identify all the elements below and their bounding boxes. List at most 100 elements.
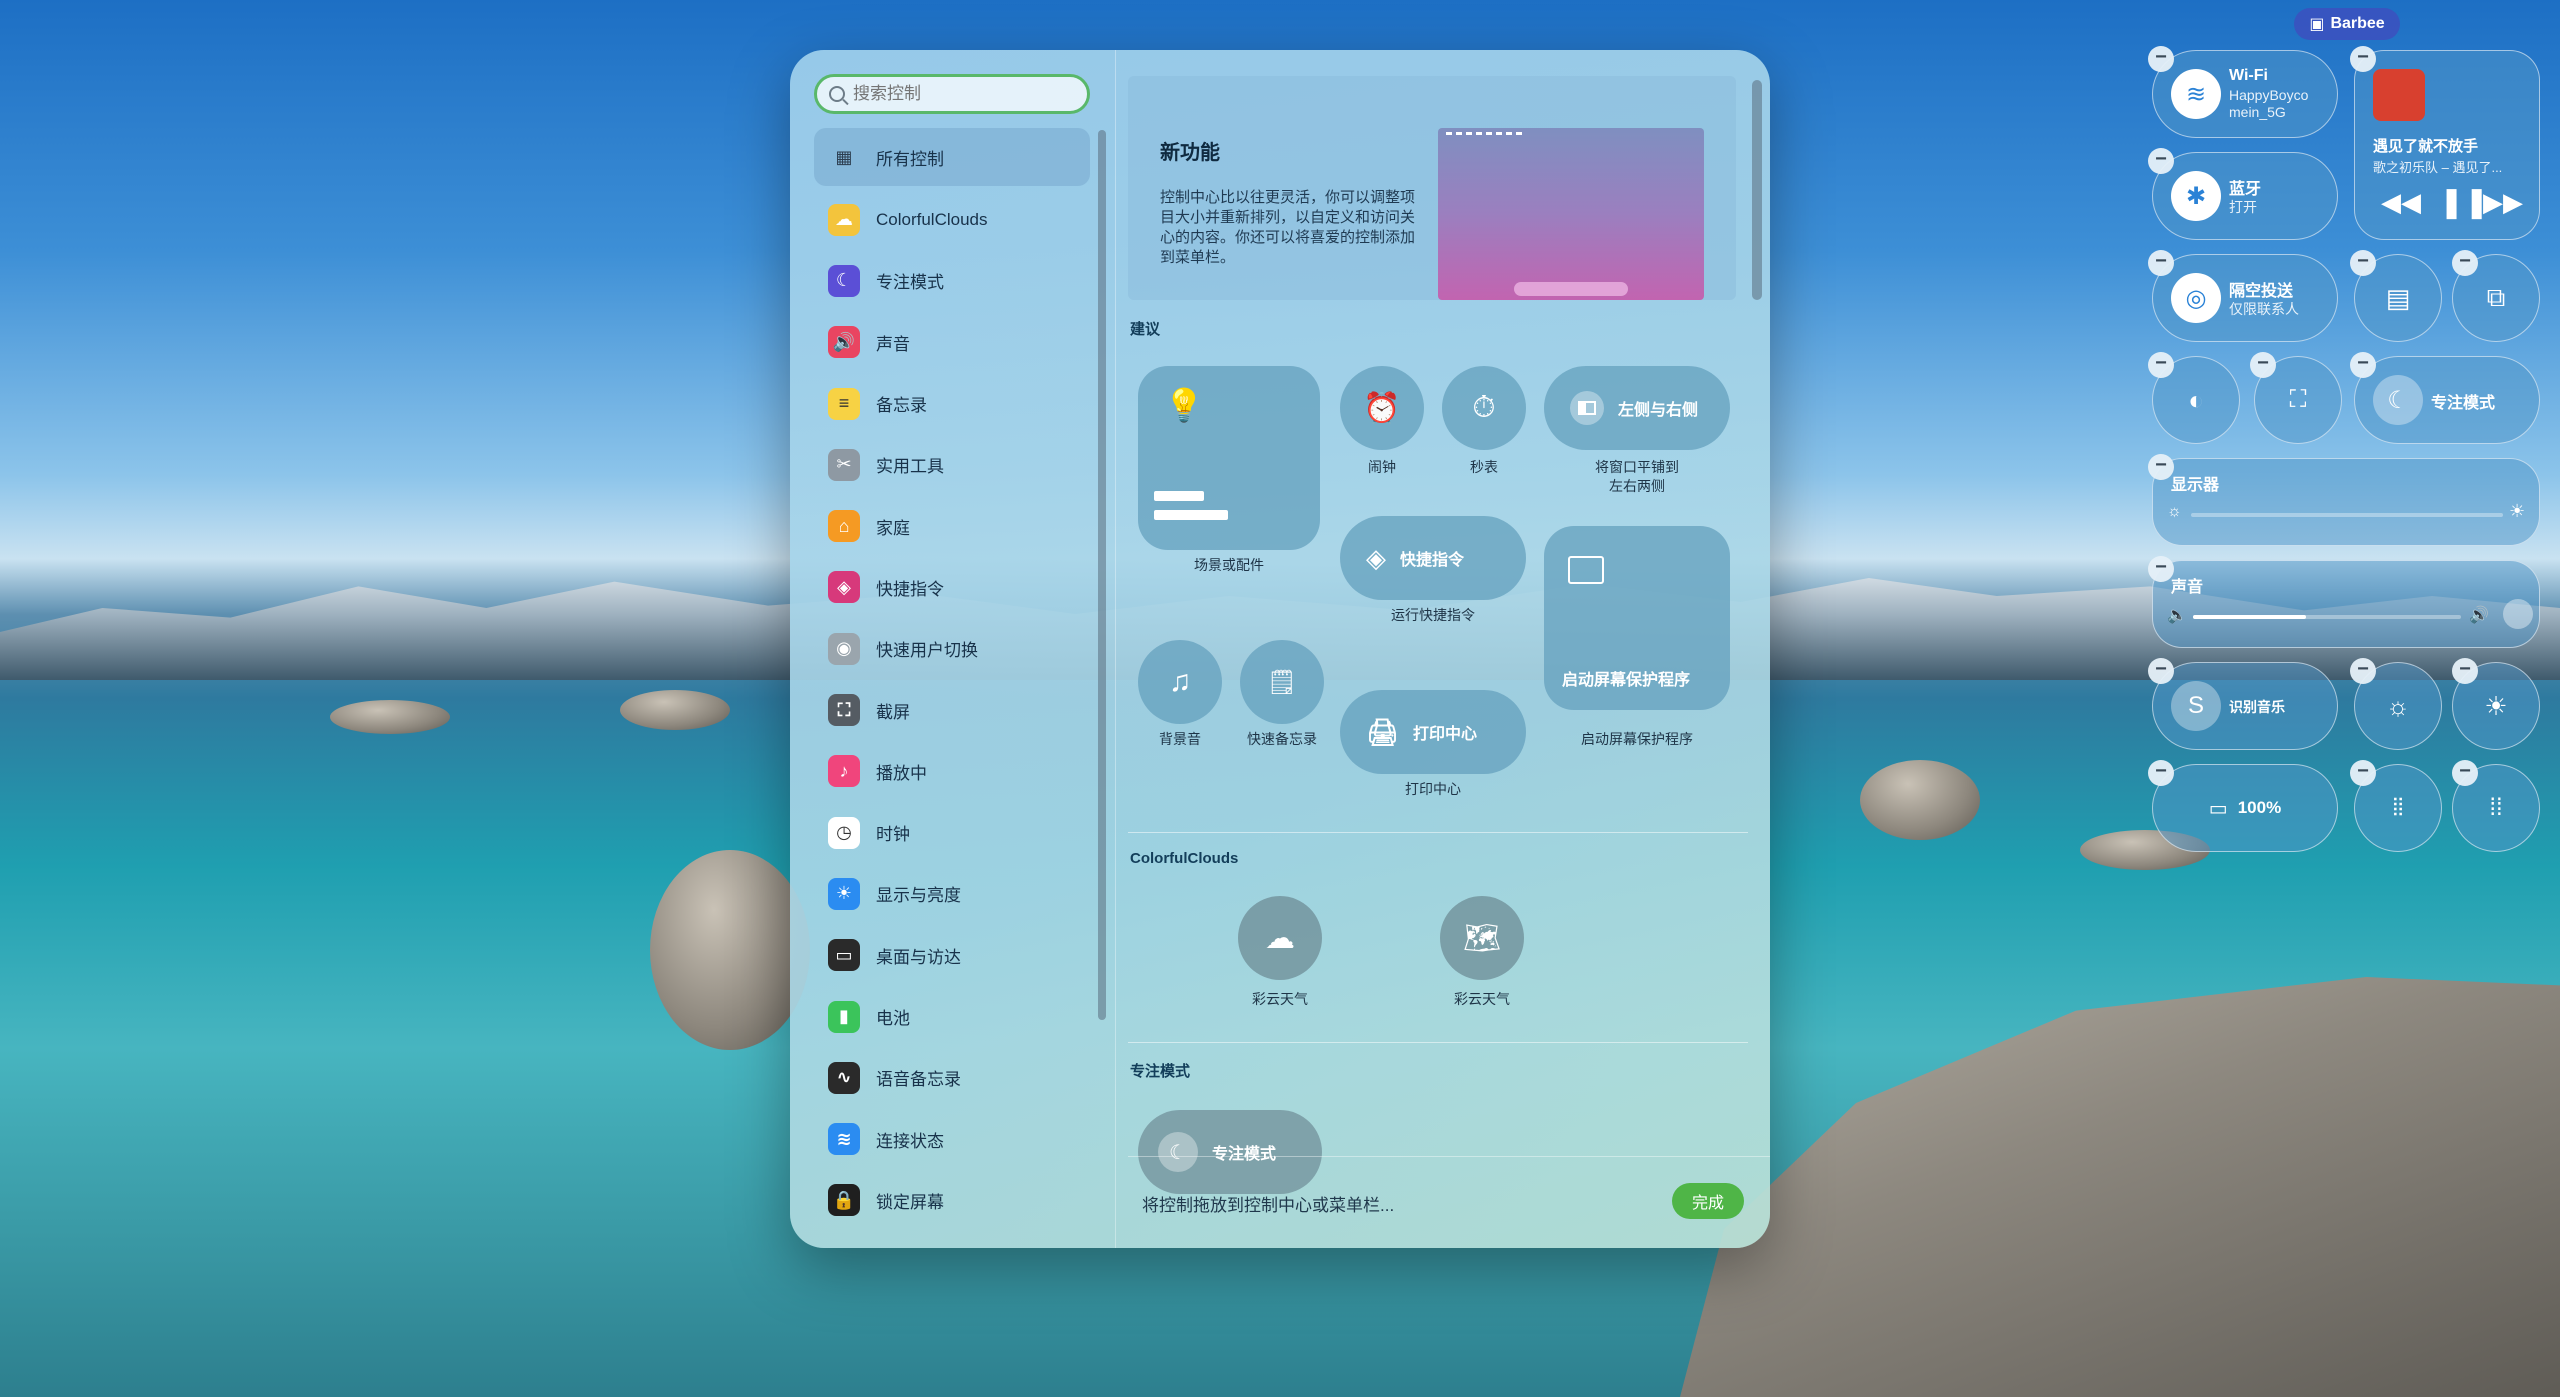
display-control[interactable]: 显示器 ☼ ☀ — [2152, 458, 2540, 546]
desktop-icon: ▭ — [828, 939, 860, 972]
rewind-icon[interactable]: ◀◀ — [2381, 187, 2421, 218]
stage-manager-icon: ▤ — [2385, 282, 2411, 313]
remove-screenshot-button[interactable]: − — [2250, 352, 2276, 378]
fast-forward-icon[interactable]: ▶▶ — [2483, 187, 2523, 218]
wifi-control[interactable]: ≋ Wi-Fi HappyBoyco mein_5G — [2152, 50, 2338, 138]
remove-keyboard-brightness-button[interactable]: − — [2452, 760, 2478, 786]
sidebar-item-label: 桌面与访达 — [876, 947, 961, 967]
screenshot-icon: ⛶ — [2289, 386, 2307, 413]
print-center-button[interactable]: 🖨 打印中心 — [1340, 690, 1526, 774]
volume-high-icon: 🔊 — [2469, 607, 2489, 624]
remove-bluetooth-button[interactable]: − — [2148, 148, 2174, 174]
pause-icon[interactable]: ❚❚ — [2439, 185, 2489, 220]
sidebar-item-label: 快速用户切换 — [876, 641, 978, 661]
weather-map-button[interactable]: 🗺 — [1440, 896, 1524, 980]
quick-note-caption: 快速备忘录 — [1247, 731, 1317, 747]
tile-left-right-caption: 将窗口平铺到 左右两侧 — [1595, 459, 1679, 494]
search-field[interactable] — [814, 74, 1090, 114]
remove-stage-manager-button[interactable]: − — [2350, 250, 2376, 276]
sidebar-item[interactable]: ◉ 快速用户切换 — [814, 618, 1090, 679]
weather-button[interactable]: ☁ — [1238, 896, 1322, 980]
wifi-network: HappyBoyco mein_5G — [2229, 87, 2309, 120]
waveform-icon: ⦙⦙ — [2392, 794, 2404, 821]
sidebar-item[interactable]: ☾ 专注模式 — [814, 250, 1090, 311]
remove-brightness-up-button[interactable]: − — [2452, 658, 2478, 684]
quick-note-button[interactable]: 🗒 — [1240, 640, 1324, 724]
remove-sound-button[interactable]: − — [2148, 556, 2174, 582]
search-input[interactable] — [853, 84, 1073, 104]
album-art — [2373, 69, 2425, 121]
sidebar-item[interactable]: ⌂ 家庭 — [814, 495, 1090, 556]
bluetooth-control[interactable]: ✱ 蓝牙 打开 — [2152, 152, 2338, 240]
sidebar-item[interactable]: ☁ ColorfulClouds — [814, 189, 1090, 250]
cloud-icon: ☁ — [828, 203, 860, 236]
done-button[interactable]: 完成 — [1672, 1183, 1744, 1219]
sidebar-scrollbar[interactable] — [1098, 130, 1106, 1020]
brightness-down-icon: ☼ — [2386, 690, 2410, 721]
remove-battery-button[interactable]: − — [2148, 760, 2174, 786]
sidebar-item[interactable]: ☀ 显示与亮度 — [814, 863, 1090, 924]
screensaver-label: 启动屏幕保护程序 — [1562, 672, 1691, 689]
remove-music-recognition-button[interactable]: − — [2148, 658, 2174, 684]
brightness-high-icon: ☀ — [2509, 501, 2526, 521]
sidebar-item-label: 播放中 — [876, 763, 927, 783]
sidebar-item-label: 显示与亮度 — [876, 886, 961, 906]
remove-now-playing-button[interactable]: − — [2350, 46, 2376, 72]
sidebar-item-label: 电池 — [876, 1009, 910, 1028]
sidebar-item-label: 时钟 — [876, 825, 910, 845]
sidebar-item[interactable]: ∿ 语音备忘录 — [814, 1047, 1090, 1108]
volume-level — [2193, 615, 2306, 619]
weather-caption: 彩云天气 — [1252, 991, 1308, 1007]
print-center-label: 打印中心 — [1413, 726, 1478, 743]
sidebar-item[interactable]: ◷ 时钟 — [814, 802, 1090, 863]
remove-screen-mirroring-button[interactable]: − — [2452, 250, 2478, 276]
controls-gallery: 新功能 控制中心比以往更灵活，你可以调整项目大小并重新排列，以自定义和访问关心的… — [1128, 50, 1770, 1248]
scene-accessory-tile[interactable]: 💡 — [1138, 366, 1320, 550]
shortcuts-icon: ◈ — [828, 571, 860, 604]
printer-icon: 🖨 — [1366, 716, 1400, 747]
tile-left-right-button[interactable]: 左侧与右侧 — [1544, 366, 1730, 450]
sidebar-item[interactable]: 🔊 声音 — [814, 312, 1090, 373]
sidebar-item[interactable]: ✂ 实用工具 — [814, 434, 1090, 495]
divider — [1128, 1042, 1748, 1043]
screensaver-tile[interactable]: 启动屏幕保护程序 — [1544, 526, 1730, 710]
sidebar-item[interactable]: ≋ 连接状态 — [814, 1108, 1090, 1169]
now-playing-icon: ♪ — [828, 755, 860, 788]
remove-focus-button[interactable]: − — [2350, 352, 2376, 378]
sidebar-item[interactable]: ♪ 播放中 — [814, 741, 1090, 802]
music-recognition-control[interactable]: S 识别音乐 — [2152, 662, 2338, 750]
sidebar-item[interactable]: ⛶ 截屏 — [814, 679, 1090, 740]
background-sound-button[interactable]: ♫ — [1138, 640, 1222, 724]
sidebar-item-label: ColorfulClouds — [876, 209, 988, 229]
remove-dark-mode-button[interactable]: − — [2148, 352, 2174, 378]
sidebar-item[interactable]: ▭ 桌面与访达 — [814, 925, 1090, 986]
alarm-button[interactable]: ⏰ — [1340, 366, 1424, 450]
focus-control[interactable]: ☾ 专注模式 — [2354, 356, 2540, 444]
brightness-slider[interactable] — [2191, 513, 2503, 517]
moon-icon: ☾ — [2373, 375, 2423, 425]
stopwatch-caption: 秒表 — [1470, 459, 1498, 475]
remove-wifi-button[interactable]: − — [2148, 46, 2174, 72]
battery-control[interactable]: ▭ 100% — [2152, 764, 2338, 852]
sidebar-item[interactable]: ▮ 电池 — [814, 986, 1090, 1047]
remove-airdrop-button[interactable]: − — [2148, 250, 2174, 276]
remove-voice-button[interactable]: − — [2350, 760, 2376, 786]
sidebar-item[interactable]: ▦ 所有控制 — [814, 128, 1090, 186]
remove-brightness-down-button[interactable]: − — [2350, 658, 2376, 684]
sound-control[interactable]: 声音 🔈 🔊 — [2152, 560, 2540, 648]
sidebar-item[interactable]: ◈ 快捷指令 — [814, 557, 1090, 618]
shortcuts-button[interactable]: ◈ 快捷指令 — [1340, 516, 1526, 600]
bluetooth-title: 蓝牙 — [2229, 181, 2262, 198]
stopwatch-button[interactable]: ⏱ — [1442, 366, 1526, 450]
now-playing-control[interactable]: 遇见了就不放手 歌之初乐队 – 遇见了... ◀◀ ❚❚ ▶▶ — [2354, 50, 2540, 240]
airdrop-control[interactable]: ◎ 隔空投送 仅限联系人 — [2152, 254, 2338, 342]
sidebar-item[interactable]: ≡ 备忘录 — [814, 373, 1090, 434]
remove-display-button[interactable]: − — [2148, 454, 2174, 480]
screensaver-icon — [1568, 556, 1604, 584]
content-scrollbar[interactable] — [1752, 80, 1762, 300]
user-badge[interactable]: ▣ Barbee — [2294, 8, 2400, 40]
airplay-icon[interactable] — [2503, 599, 2533, 629]
contrast-icon: ◐ — [2188, 384, 2204, 415]
rock — [330, 700, 450, 734]
sidebar-item[interactable]: 🔒 锁定屏幕 — [814, 1170, 1090, 1231]
